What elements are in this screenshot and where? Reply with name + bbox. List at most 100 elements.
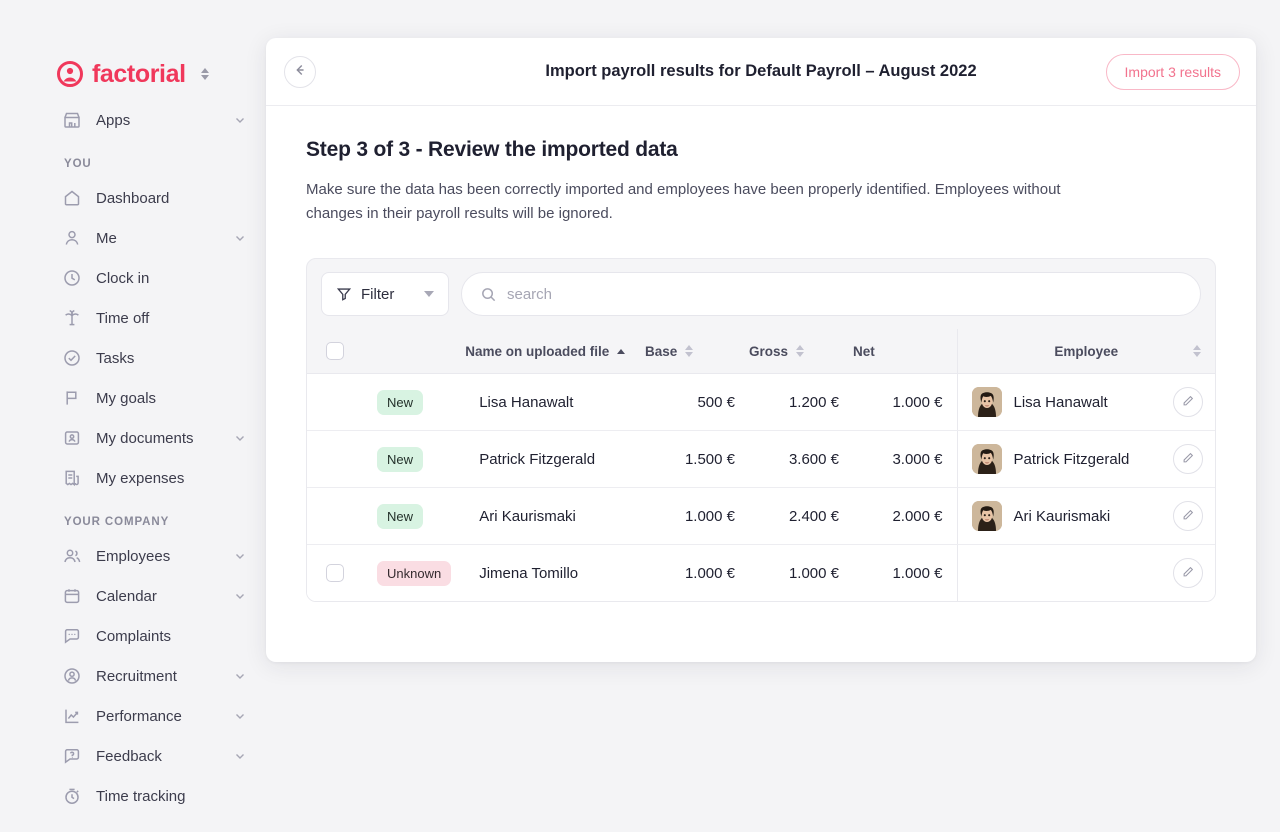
status-badge: New (377, 503, 424, 529)
cell-employee: Lisa Hanawalt (956, 373, 1215, 431)
sidebar-item-my-documents[interactable]: My documents (0, 418, 268, 458)
column-header-label: Base (645, 343, 678, 359)
sidebar-section-your-company: YOUR COMPANY (64, 516, 170, 528)
edit-employee-button[interactable] (1173, 501, 1203, 531)
sort-icon[interactable] (796, 345, 805, 357)
column-header-gross[interactable]: Gross (749, 329, 853, 374)
cell-gross: 1.000 € (749, 544, 853, 601)
cell-base: 1.000 € (645, 544, 749, 601)
cell-status: Unknown (363, 544, 466, 601)
column-header-net[interactable]: Net (853, 329, 957, 374)
column-header-employee[interactable]: Employee (956, 329, 1215, 374)
sidebar-item-complaints[interactable]: Complaints (0, 616, 268, 656)
vertical-chevrons-icon[interactable] (200, 68, 209, 80)
sidebar-item-recruitment[interactable]: Recruitment (0, 656, 268, 696)
sidebar-item-feedback[interactable]: Feedback (0, 736, 268, 776)
sidebar-item-performance[interactable]: Performance (0, 696, 268, 736)
pencil-icon (1181, 451, 1195, 468)
import-payroll-modal: Import payroll results for Default Payro… (266, 38, 1256, 662)
sidebar-item-label: Calendar (96, 587, 157, 605)
sidebar-section-you: YOU (64, 158, 92, 170)
sidebar-item-clock-in[interactable]: Clock in (0, 258, 268, 298)
pencil-icon (1181, 565, 1195, 582)
filter-label: Filter (361, 285, 395, 303)
chevron-down-icon (234, 670, 246, 682)
palm-tree-icon (62, 308, 82, 328)
sidebar-item-apps[interactable]: Apps (0, 100, 268, 140)
cell-base: 1.500 € (645, 430, 749, 488)
table-row[interactable]: New Patrick Fitzgerald 1.500 € 3.600 € 3… (307, 430, 1215, 488)
table-header-row: Name on uploaded file Base Gross Net Emp… (307, 329, 1215, 374)
step-description: Make sure the data has been correctly im… (306, 181, 1061, 222)
flag-icon (62, 388, 82, 408)
table-row[interactable]: New Ari Kaurismaki 1.000 € 2.400 € 2.000… (307, 487, 1215, 545)
cell-select (307, 430, 363, 488)
sidebar-item-label: Me (96, 229, 117, 247)
pencil-icon (1181, 508, 1195, 525)
chevron-down-icon (234, 550, 246, 562)
apps-store-icon (62, 110, 82, 130)
column-header-base[interactable]: Base (645, 329, 749, 374)
sort-icon[interactable] (1193, 345, 1201, 357)
sidebar-item-tasks[interactable]: Tasks (0, 338, 268, 378)
back-button[interactable] (284, 55, 316, 88)
sidebar-item-calendar[interactable]: Calendar (0, 576, 268, 616)
modal-body: Step 3 of 3 - Review the imported data M… (266, 106, 1256, 602)
sidebar-item-label: Time tracking (96, 787, 186, 805)
edit-employee-button[interactable] (1173, 444, 1203, 474)
sidebar-item-time-tracking[interactable]: Time tracking (0, 776, 268, 816)
edit-employee-button[interactable] (1173, 558, 1203, 588)
home-icon (62, 188, 82, 208)
check-circle-icon (62, 348, 82, 368)
search-icon (480, 286, 497, 303)
sidebar-item-me[interactable]: Me (0, 218, 268, 258)
cell-name: Jimena Tomillo (465, 544, 645, 601)
brand-name: factorial (92, 59, 186, 88)
select-all-checkbox[interactable] (326, 342, 344, 360)
cell-status: New (363, 373, 466, 431)
base-value: 500 € (697, 393, 735, 411)
sidebar-item-label: Time off (96, 309, 150, 327)
import-results-button[interactable]: Import 3 results (1105, 53, 1240, 90)
search-box[interactable] (461, 272, 1201, 316)
sidebar-item-label: Apps (96, 111, 131, 129)
row-checkbox[interactable] (326, 564, 344, 582)
sort-icon[interactable] (685, 345, 694, 357)
search-input[interactable] (507, 285, 1182, 303)
app-root: factorial Apps YOU Dashboard Me Clock in… (0, 0, 1280, 832)
person-search-icon (62, 666, 82, 686)
cell-net: 2.000 € (853, 487, 957, 545)
employee-name: Ari Kaurismaki (1013, 507, 1111, 525)
sidebar-item-time-off[interactable]: Time off (0, 298, 268, 338)
filter-button[interactable]: Filter (321, 272, 449, 316)
cell-employee (956, 544, 1215, 601)
uploaded-name: Jimena Tomillo (479, 564, 579, 582)
main-area: Import payroll results for Default Payro… (266, 0, 1280, 832)
sidebar-item-label: Dashboard (96, 189, 170, 207)
cell-select (307, 373, 363, 431)
sidebar-item-my-expenses[interactable]: My expenses (0, 458, 268, 498)
avatar (971, 387, 1002, 417)
table-row[interactable]: Unknown Jimena Tomillo 1.000 € 1.000 € 1… (307, 544, 1215, 601)
edit-employee-button[interactable] (1173, 387, 1203, 417)
uploaded-name: Ari Kaurismaki (479, 507, 576, 525)
sort-ascending-icon[interactable] (617, 348, 626, 354)
sidebar-item-employees[interactable]: Employees (0, 536, 268, 576)
brand-logo[interactable]: factorial (0, 0, 268, 92)
net-value: 2.000 € (892, 507, 943, 525)
cell-status: New (363, 487, 466, 545)
avatar (971, 444, 1002, 474)
pencil-icon (1181, 394, 1195, 411)
table-row[interactable]: New Lisa Hanawalt 500 € 1.200 € 1.000 € … (307, 373, 1215, 431)
table-body: New Lisa Hanawalt 500 € 1.200 € 1.000 € … (307, 373, 1215, 601)
column-header-select-all (307, 329, 363, 374)
sidebar-item-my-goals[interactable]: My goals (0, 378, 268, 418)
sidebar-item-dashboard[interactable]: Dashboard (0, 178, 268, 218)
column-header-name-on-uploaded-file[interactable]: Name on uploaded file (465, 329, 645, 374)
imported-results-table: Name on uploaded file Base Gross Net Emp… (307, 329, 1215, 601)
base-value: 1.000 € (684, 564, 735, 582)
sidebar-item-label: My goals (96, 389, 157, 407)
net-value: 3.000 € (892, 450, 943, 468)
cell-base: 500 € (645, 373, 749, 431)
sidebar-item-label: Complaints (96, 627, 172, 645)
